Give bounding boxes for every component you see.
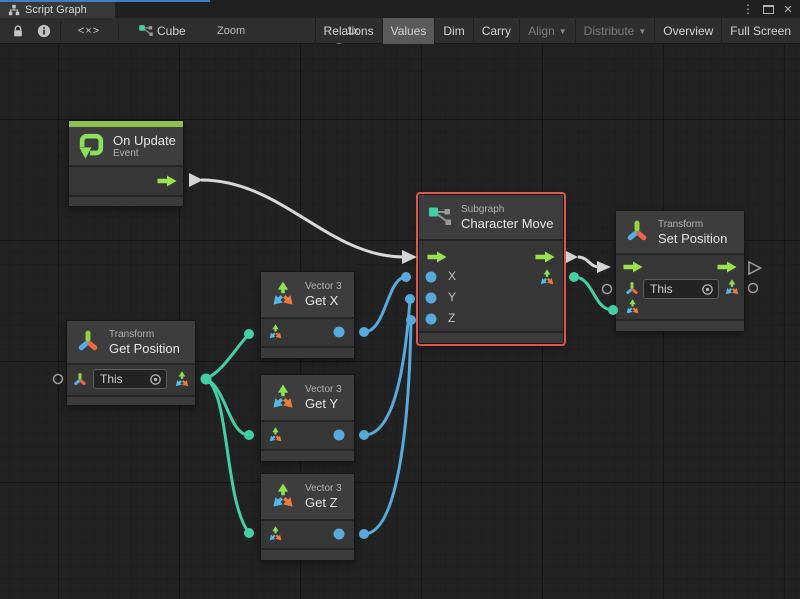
this-input-field[interactable]: This <box>643 279 719 299</box>
vector3-out-port-icon[interactable] <box>723 279 741 297</box>
node-get-x[interactable]: Vector 3 Get X <box>260 271 355 359</box>
transform-icon <box>75 329 101 355</box>
node-title: Get Y <box>305 396 342 411</box>
transform-icon <box>624 281 640 297</box>
align-dropdown: Align▼ <box>519 18 575 44</box>
node-type-label: Vector 3 <box>305 384 342 396</box>
node-set-position[interactable]: Transform Set Position This <box>615 210 745 332</box>
node-title: Set Position <box>658 231 727 246</box>
node-footer <box>616 321 744 331</box>
chevron-down-icon: ▼ <box>638 27 646 36</box>
graph-target-icon <box>137 18 155 44</box>
toolbar-button-group: Relations Values Dim Carry Align▼ Distri… <box>315 18 799 44</box>
carry-button[interactable]: Carry <box>473 18 519 44</box>
tab-title: Script Graph <box>25 4 87 16</box>
vector3-icon <box>269 384 297 412</box>
flow-out-port[interactable] <box>717 261 737 273</box>
node-title: Get Position <box>109 341 180 356</box>
info-icon <box>37 24 51 38</box>
vector3-out-port-icon[interactable] <box>173 371 191 389</box>
flow-out-port[interactable] <box>535 251 555 263</box>
graph-target-label[interactable]: Cube <box>157 18 186 44</box>
event-loop-icon <box>77 132 105 160</box>
relations-button[interactable]: Relations <box>315 18 382 44</box>
node-footer <box>67 397 195 405</box>
zoom-label: Zoom <box>217 18 245 44</box>
node-footer <box>261 550 354 560</box>
node-title: Character Move <box>461 216 553 231</box>
subgraph-icon <box>427 206 453 228</box>
graph-toolbar: <×> Cube Zoom 1x Relations Values Dim Ca… <box>0 18 800 44</box>
close-icon[interactable]: ✕ <box>779 0 797 18</box>
window-menu-icon[interactable]: ⋮ <box>741 0 755 18</box>
full-screen-button[interactable]: Full Screen <box>721 18 799 44</box>
script-graph-window: Script Graph ⋮ ✕ <×> Cube Zoom 1x Relati… <box>0 0 800 599</box>
tab-script-graph[interactable]: Script Graph <box>0 2 115 18</box>
port-label-x: X <box>448 269 456 283</box>
node-type-label: Vector 3 <box>305 483 342 495</box>
node-character-move[interactable]: Subgraph Character Move X Y Z <box>418 194 564 344</box>
vector3-in-port-icon[interactable] <box>267 526 284 543</box>
node-footer <box>261 348 354 358</box>
node-type-label: Event <box>113 148 176 160</box>
script-graph-icon <box>8 4 20 16</box>
node-get-position[interactable]: Transform Get Position This <box>66 320 196 406</box>
vector3-out-port-icon[interactable] <box>538 269 556 287</box>
node-get-y[interactable]: Vector 3 Get Y <box>260 374 355 462</box>
vector3-icon <box>269 483 297 511</box>
node-footer <box>419 333 563 343</box>
transform-icon <box>624 219 650 245</box>
code-view-button[interactable]: <×> <box>64 18 114 44</box>
node-type-label: Vector 3 <box>305 281 342 293</box>
target-picker-icon[interactable] <box>701 283 714 296</box>
node-on-update[interactable]: On Update Event <box>68 120 184 207</box>
toolbar-separator <box>118 21 119 41</box>
target-picker-icon[interactable] <box>149 373 162 386</box>
dim-button[interactable]: Dim <box>434 18 472 44</box>
info-button[interactable] <box>32 18 56 44</box>
flow-in-port[interactable] <box>427 251 447 263</box>
tab-bar: Script Graph ⋮ ✕ <box>0 0 800 18</box>
vector3-icon <box>269 281 297 309</box>
chevron-down-icon: ▼ <box>559 27 567 36</box>
vector3-in-port-icon[interactable] <box>624 299 641 316</box>
node-type-label: Transform <box>658 219 727 231</box>
values-button[interactable]: Values <box>382 18 435 44</box>
this-input-field[interactable]: This <box>93 369 167 389</box>
flow-out-port[interactable] <box>157 175 177 187</box>
port-label-y: Y <box>448 290 456 304</box>
node-title: Get Z <box>305 495 342 510</box>
node-footer <box>69 197 183 206</box>
node-get-z[interactable]: Vector 3 Get Z <box>260 473 355 561</box>
vector3-in-port-icon[interactable] <box>267 324 284 341</box>
distribute-dropdown: Distribute▼ <box>575 18 655 44</box>
flow-in-port[interactable] <box>623 261 643 273</box>
node-title: On Update <box>113 133 176 148</box>
lock-button[interactable] <box>6 18 30 44</box>
this-value: This <box>100 372 149 386</box>
node-type-label: Transform <box>109 329 180 341</box>
vector3-in-port-icon[interactable] <box>267 427 284 444</box>
overview-button[interactable]: Overview <box>654 18 721 44</box>
transform-icon <box>72 372 88 388</box>
node-title: Get X <box>305 293 342 308</box>
this-value: This <box>650 282 701 296</box>
node-footer <box>261 451 354 461</box>
lock-icon <box>12 25 24 38</box>
port-label-z: Z <box>448 311 455 325</box>
maximize-icon[interactable] <box>759 0 777 18</box>
toolbar-separator <box>60 21 61 41</box>
node-type-label: Subgraph <box>461 204 553 216</box>
